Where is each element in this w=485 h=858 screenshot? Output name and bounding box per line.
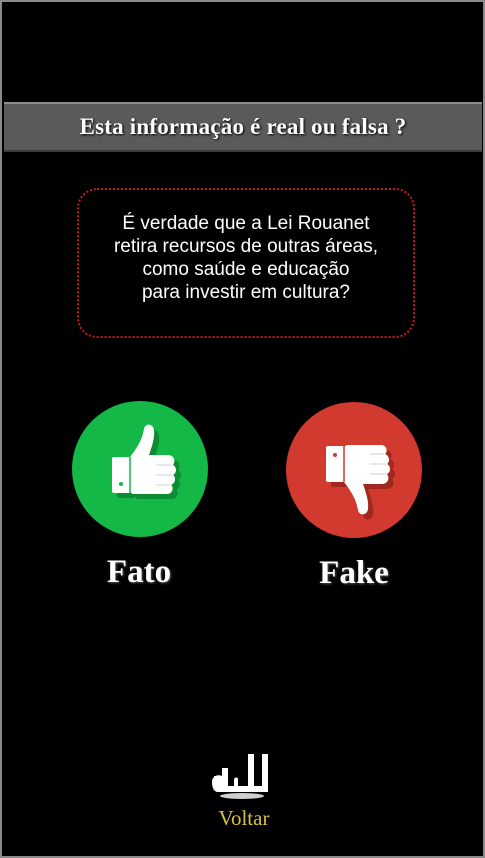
page-title: Esta informação é real ou falsa ? <box>79 114 407 139</box>
question-box: É verdade que a Lei Rouanet retira recur… <box>77 188 415 338</box>
back-label[interactable]: Voltar <box>219 806 270 831</box>
title-bar: Esta informação é real ou falsa ? <box>4 102 482 152</box>
thumbs-up-icon <box>112 424 181 499</box>
back-button[interactable]: Voltar <box>194 746 294 838</box>
fake-label[interactable]: Fake <box>274 555 434 592</box>
back-arrow-icon <box>212 754 268 799</box>
fato-button[interactable] <box>72 401 208 537</box>
thumbs-down-icon <box>326 445 395 520</box>
app-screen: Esta informação é real ou falsa ? É verd… <box>0 0 485 858</box>
fake-button[interactable] <box>286 402 422 538</box>
fato-label[interactable]: Fato <box>59 554 219 591</box>
question-text: É verdade que a Lei Rouanet retira recur… <box>113 213 378 303</box>
